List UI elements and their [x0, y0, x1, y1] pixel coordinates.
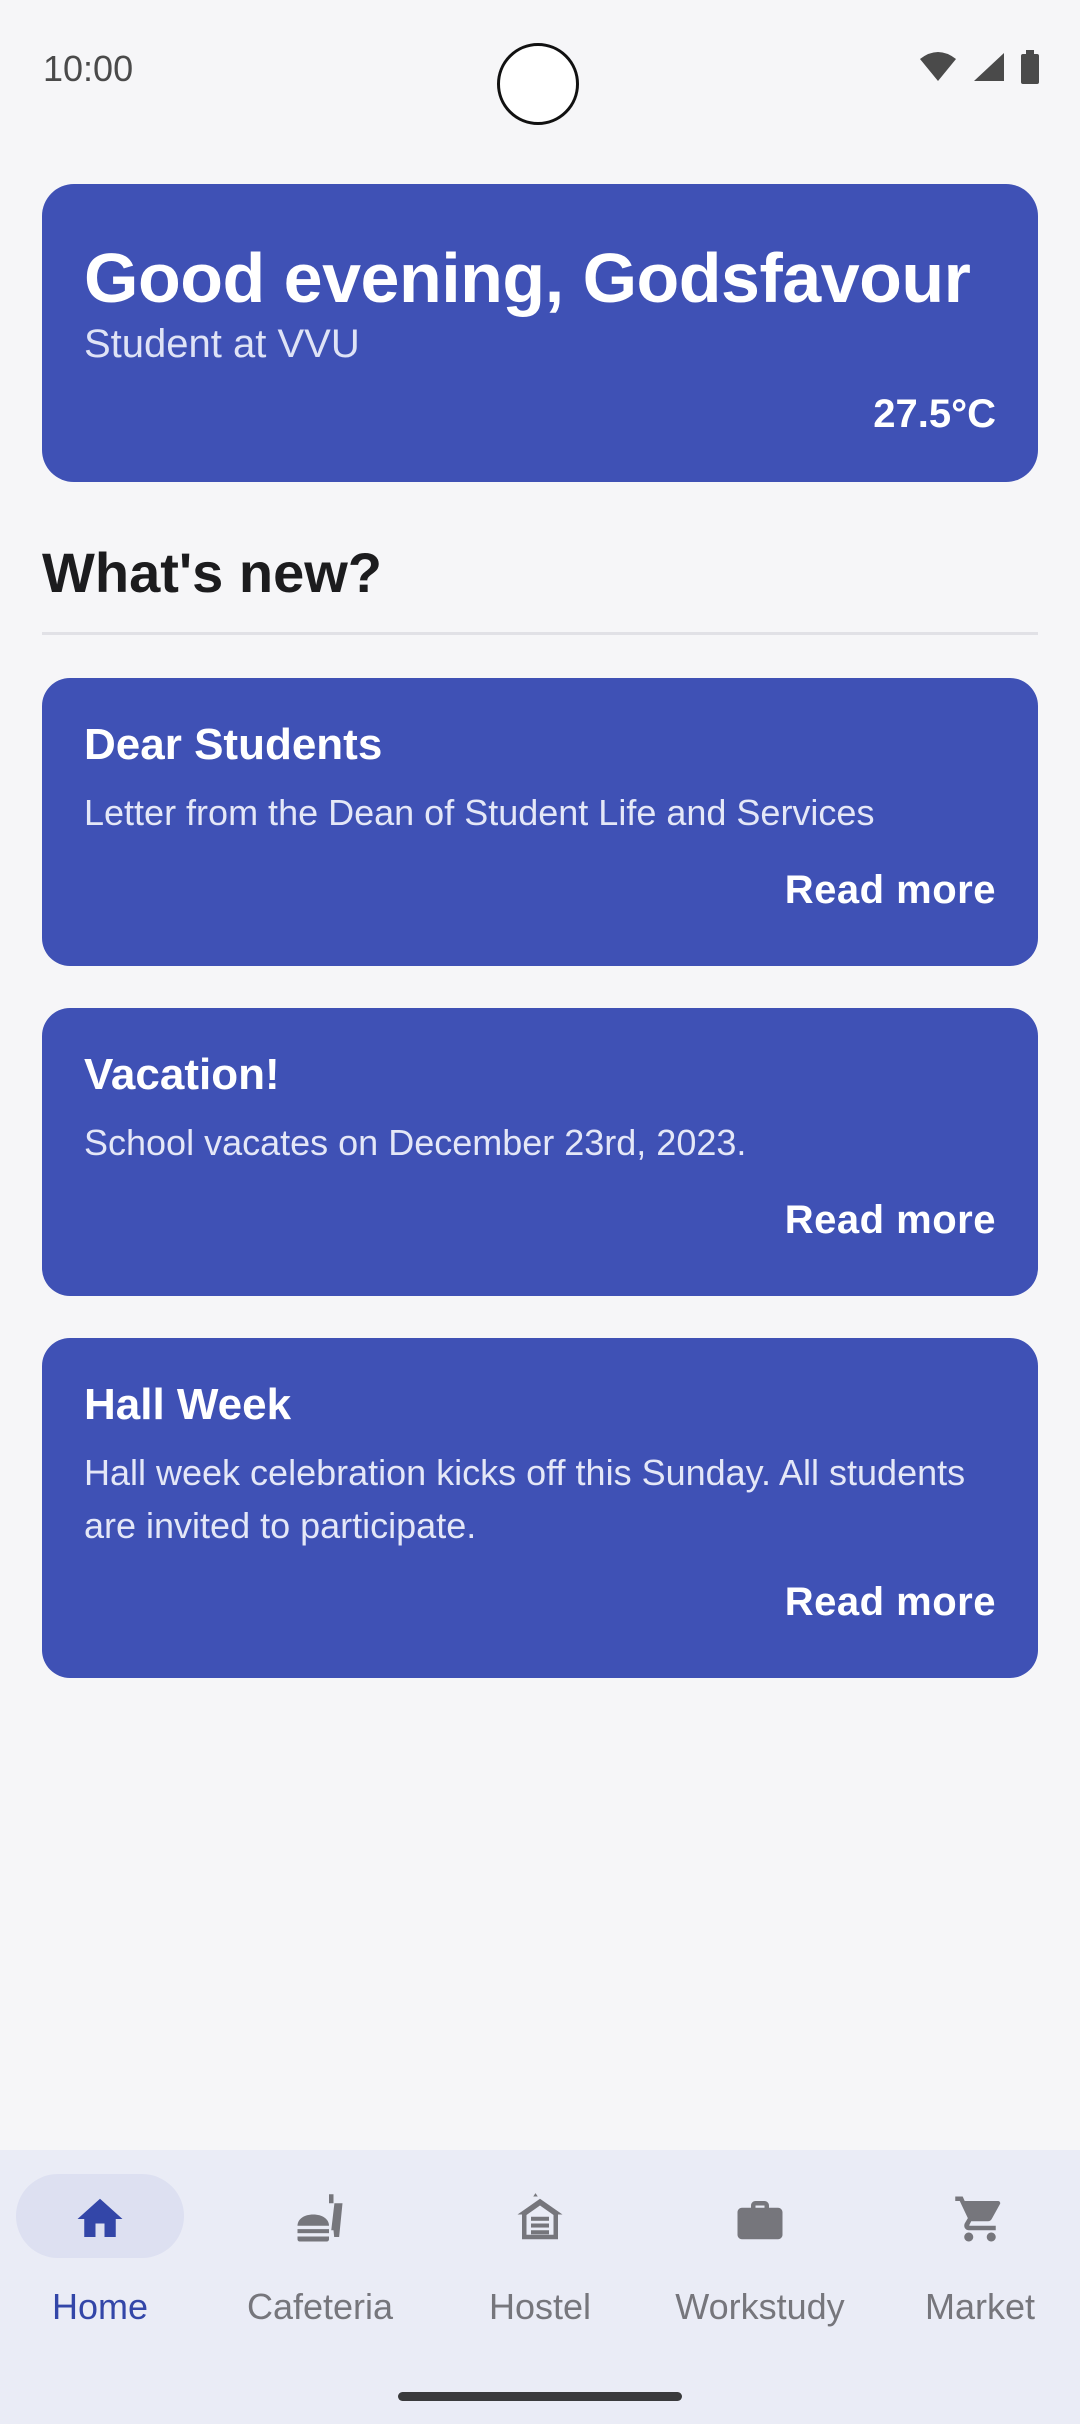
- nav-label: Hostel: [488, 2286, 592, 2327]
- news-card[interactable]: Dear Students Letter from the Dean of St…: [42, 678, 1038, 966]
- news-body: Hall week celebration kicks off this Sun…: [84, 1452, 966, 1546]
- section-title: What's new?: [42, 541, 382, 604]
- battery-icon: [1021, 50, 1039, 84]
- bottom-navigation: Home Cafeteria Hostel Workstudy Market: [0, 2150, 1080, 2424]
- greeting-subtitle: Student at VVU: [84, 322, 360, 366]
- nav-label: Workstudy: [675, 2286, 845, 2327]
- hostel-icon: [517, 2193, 563, 2240]
- read-more-button[interactable]: Read more: [785, 868, 996, 913]
- greeting-card: Good evening, Godsfavour Student at VVU …: [42, 184, 1038, 482]
- nav-item-cafeteria[interactable]: Cafeteria: [210, 2174, 430, 2334]
- status-bar: 10:00: [0, 0, 1080, 140]
- section-divider: [42, 632, 1038, 635]
- news-title: Hall Week: [84, 1380, 292, 1429]
- nav-label: Home: [51, 2286, 149, 2327]
- wifi-icon: [920, 52, 956, 81]
- home-icon: [77, 2198, 123, 2237]
- nav-item-workstudy[interactable]: Workstudy: [650, 2174, 870, 2334]
- nav-label: Market: [924, 2286, 1036, 2327]
- fastfood-icon: [297, 2194, 343, 2242]
- news-card[interactable]: Vacation! School vacates on December 23r…: [42, 1008, 1038, 1296]
- news-body: School vacates on December 23rd, 2023.: [84, 1122, 747, 1163]
- camera-cutout: [497, 43, 579, 125]
- read-more-button[interactable]: Read more: [785, 1580, 996, 1625]
- news-title: Dear Students: [84, 720, 383, 769]
- nav-item-home[interactable]: Home: [0, 2174, 210, 2334]
- greeting-title: Good evening, Godsfavour: [84, 239, 971, 317]
- news-title: Vacation!: [84, 1050, 280, 1099]
- status-icons: [918, 50, 1040, 84]
- status-time: 10:00: [43, 48, 134, 89]
- briefcase-icon: [737, 2201, 783, 2240]
- nav-item-hostel[interactable]: Hostel: [430, 2174, 650, 2334]
- signal-icon: [974, 53, 1004, 81]
- nav-item-market[interactable]: Market: [870, 2174, 1080, 2334]
- cart-icon: [955, 2196, 1001, 2242]
- nav-label: Cafeteria: [246, 2286, 394, 2327]
- news-body: Letter from the Dean of Student Life and…: [84, 792, 875, 833]
- news-card[interactable]: Hall Week Hall week celebration kicks of…: [42, 1338, 1038, 1678]
- read-more-button[interactable]: Read more: [785, 1198, 996, 1243]
- temperature-readout: 27.5°C: [873, 392, 996, 436]
- home-indicator[interactable]: [398, 2392, 682, 2401]
